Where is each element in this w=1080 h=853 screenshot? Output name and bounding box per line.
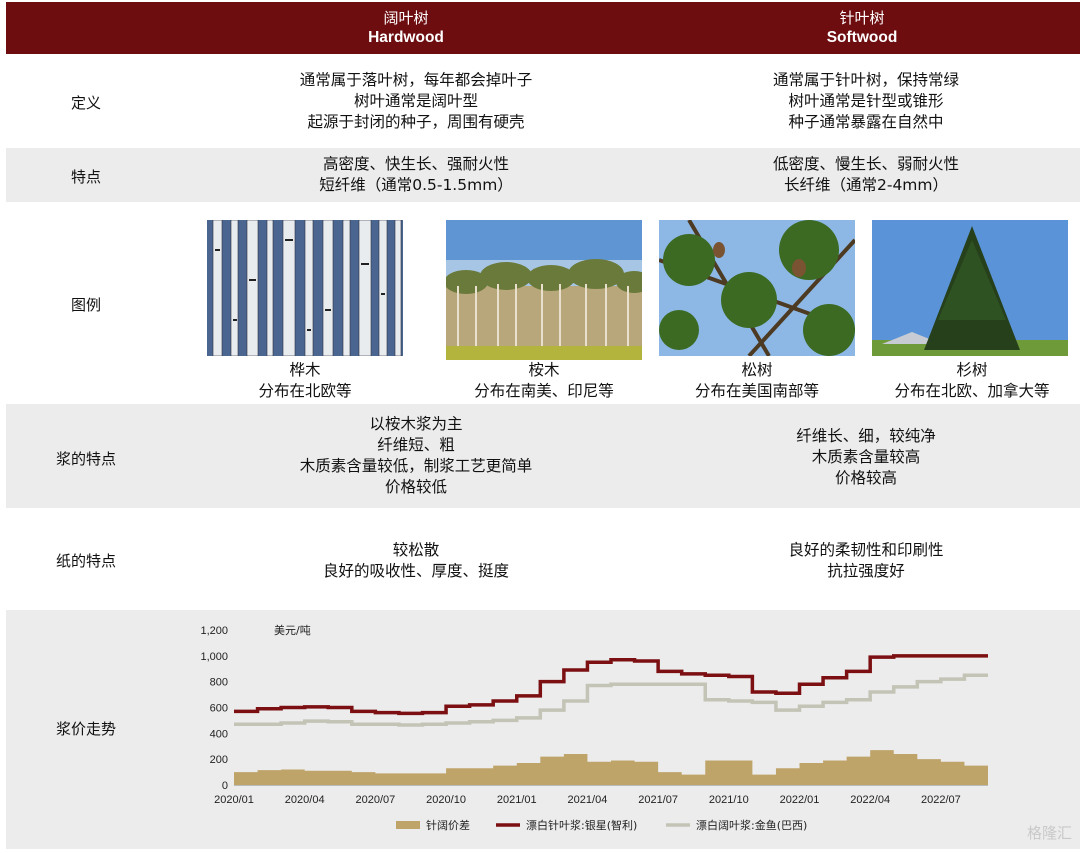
x-tick-label: 2021/10 bbox=[709, 794, 749, 806]
pulp-hardwood: 以桉木浆为主 纤维短、粗 木质素含量较低，制浆工艺更简单 价格较低 bbox=[176, 414, 656, 498]
text-line: 纤维长、细，较纯净 bbox=[796, 427, 936, 445]
paper-softwood: 良好的柔韧性和印刷性 抗拉强度好 bbox=[626, 540, 1080, 582]
text-line: 分布在北欧等 bbox=[258, 382, 352, 400]
y-tick-label: 1,200 bbox=[200, 625, 228, 637]
definition-hardwood: 通常属于落叶树，每年都会掉叶子 树叶通常是阔叶型 起源于封闭的种子，周围有硬壳 bbox=[176, 70, 656, 133]
text-line: 木质素含量较低，制浆工艺更简单 bbox=[299, 457, 533, 475]
watermark-logo: 格隆汇 bbox=[1026, 824, 1072, 842]
text-line: 纤维短、粗 bbox=[377, 436, 455, 454]
hardwood-title-cn: 阔叶树 bbox=[383, 9, 429, 27]
row-label-features: 特点 bbox=[70, 168, 101, 186]
text-line: 较松散 bbox=[392, 541, 440, 559]
text-line: 起源于封闭的种子，周围有硬壳 bbox=[307, 113, 525, 131]
x-tick-label: 2020/04 bbox=[285, 794, 325, 806]
row-features: 特点 高密度、快生长、强耐火性 短纤维（通常0.5-1.5mm） 低密度、慢生长… bbox=[6, 148, 1080, 202]
text-line: 通常属于针叶树，保持常绿 bbox=[772, 71, 959, 89]
y-tick-label: 600 bbox=[210, 703, 228, 715]
text-line: 桉木 bbox=[528, 361, 560, 379]
text-line: 低密度、慢生长、弱耐火性 bbox=[772, 155, 959, 173]
softwood-title-cn: 针叶树 bbox=[839, 9, 885, 27]
birch-caption: 桦木 分布在北欧等 bbox=[192, 360, 418, 402]
x-tick-label: 2020/01 bbox=[214, 794, 254, 806]
legend-swatch bbox=[396, 821, 420, 829]
y-unit-label: 美元/吨 bbox=[274, 624, 311, 637]
softwood-title-en: Softwood bbox=[826, 29, 898, 46]
hardwood-header: 阔叶树 Hardwood bbox=[306, 8, 506, 48]
legend-label: 针阔价差 bbox=[426, 818, 470, 832]
text-line: 通常属于落叶树，每年都会掉叶子 bbox=[299, 71, 533, 89]
row-label-pulp: 浆的特点 bbox=[55, 450, 116, 468]
paper-hardwood: 较松散 良好的吸收性、厚度、挺度 bbox=[176, 540, 656, 582]
row-definition: 定义 通常属于落叶树，每年都会掉叶子 树叶通常是阔叶型 起源于封闭的种子，周围有… bbox=[6, 60, 1080, 144]
text-line: 高密度、快生长、强耐火性 bbox=[322, 155, 509, 173]
legend-label: 漂白阔叶浆:金鱼(巴西) bbox=[696, 818, 807, 832]
y-tick-label: 800 bbox=[210, 677, 228, 689]
row-pulp: 浆的特点 以桉木浆为主 纤维短、粗 木质素含量较低，制浆工艺更简单 价格较低 纤… bbox=[6, 404, 1080, 508]
eucalyptus-caption: 桉木 分布在南美、印尼等 bbox=[426, 360, 662, 402]
y-tick-label: 200 bbox=[210, 754, 228, 766]
text-line: 松树 bbox=[741, 361, 773, 379]
text-line: 良好的吸收性、厚度、挺度 bbox=[322, 562, 509, 580]
x-tick-label: 2021/07 bbox=[638, 794, 678, 806]
text-line: 价格较低 bbox=[384, 478, 447, 496]
text-line: 木质素含量较高 bbox=[811, 448, 921, 466]
features-softwood: 低密度、慢生长、弱耐火性 长纤维（通常2-4mm） bbox=[626, 154, 1080, 196]
row-label-paper: 纸的特点 bbox=[55, 552, 116, 570]
definition-softwood: 通常属于针叶树，保持常绿 树叶通常是针型或锥形 种子通常暴露在自然中 bbox=[626, 70, 1080, 133]
x-tick-label: 2021/04 bbox=[568, 794, 608, 806]
row-paper: 纸的特点 较松散 良好的吸收性、厚度、挺度 良好的柔韧性和印刷性 抗拉强度好 bbox=[6, 512, 1080, 606]
text-line: 杉树 bbox=[956, 361, 988, 379]
text-line: 价格较高 bbox=[834, 469, 897, 487]
text-line: 分布在北欧、加拿大等 bbox=[894, 382, 1050, 400]
text-line: 良好的柔韧性和印刷性 bbox=[788, 541, 944, 559]
text-line: 分布在南美、印尼等 bbox=[474, 382, 614, 400]
y-tick-label: 0 bbox=[222, 780, 228, 792]
x-tick-label: 2020/10 bbox=[426, 794, 466, 806]
birch-photo bbox=[207, 220, 403, 356]
text-line: 树叶通常是阔叶型 bbox=[353, 92, 478, 110]
row-label-examples: 图例 bbox=[70, 296, 101, 314]
y-tick-label: 1,000 bbox=[200, 651, 228, 663]
row-label-definition: 定义 bbox=[70, 94, 101, 112]
row-price: 浆价走势 1,200 1,000 800 600 400 200 0 美元/吨 2020/01 2… bbox=[6, 610, 1080, 849]
fir-photo bbox=[872, 220, 1068, 356]
y-tick-label: 400 bbox=[210, 728, 228, 740]
text-line: 长纤维（通常2-4mm） bbox=[783, 176, 948, 194]
x-tick-label: 2022/07 bbox=[921, 794, 961, 806]
legend-label: 漂白针叶浆:银星(智利) bbox=[526, 818, 637, 832]
hardwood-price-line bbox=[234, 673, 988, 727]
row-label-price: 浆价走势 bbox=[55, 720, 116, 738]
price-chart: 1,200 1,000 800 600 400 200 0 美元/吨 2020/01 2020/0… bbox=[200, 624, 988, 832]
text-line: 短纤维（通常0.5-1.5mm） bbox=[319, 176, 513, 194]
eucalyptus-photo bbox=[446, 220, 642, 360]
x-tick-label: 2020/07 bbox=[355, 794, 395, 806]
text-line: 种子通常暴露在自然中 bbox=[788, 113, 944, 131]
pulp-softwood: 纤维长、细，较纯净 木质素含量较高 价格较高 bbox=[626, 426, 1080, 489]
text-line: 抗拉强度好 bbox=[827, 562, 905, 580]
pine-photo bbox=[659, 220, 855, 356]
text-line: 桦木 bbox=[289, 361, 321, 379]
fir-caption: 杉树 分布在北欧、加拿大等 bbox=[864, 360, 1080, 402]
row-examples: 图例 桦木 分布在北欧等 桉木 分布在南美、印尼等 松树 分布在美国南部等 杉树… bbox=[6, 206, 1080, 402]
features-hardwood: 高密度、快生长、强耐火性 短纤维（通常0.5-1.5mm） bbox=[176, 154, 656, 196]
spread-area bbox=[234, 750, 988, 785]
pine-caption: 松树 分布在美国南部等 bbox=[646, 360, 868, 402]
softwood-header: 针叶树 Softwood bbox=[762, 8, 962, 48]
x-tick-label: 2022/04 bbox=[850, 794, 890, 806]
table-header: 阔叶树 Hardwood 针叶树 Softwood bbox=[6, 2, 1080, 54]
text-line: 以桉木浆为主 bbox=[369, 415, 463, 433]
x-tick-label: 2022/01 bbox=[780, 794, 820, 806]
x-tick-label: 2021/01 bbox=[497, 794, 537, 806]
text-line: 树叶通常是针型或锥形 bbox=[788, 92, 944, 110]
hardwood-title-en: Hardwood bbox=[368, 29, 444, 46]
text-line: 分布在美国南部等 bbox=[694, 382, 819, 400]
